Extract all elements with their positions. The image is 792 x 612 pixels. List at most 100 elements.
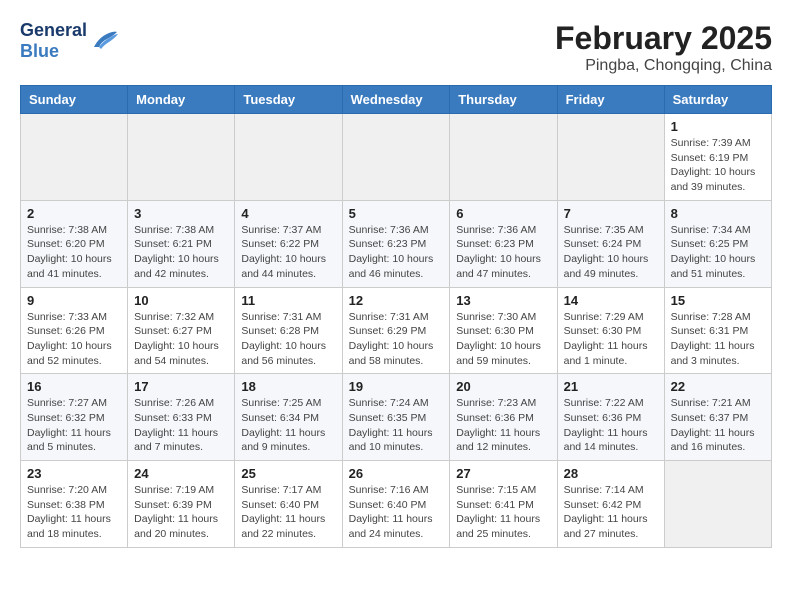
logo-general: General [20,20,87,40]
day-number: 3 [134,206,228,221]
logo-bird-icon [89,29,119,53]
day-number: 10 [134,293,228,308]
day-number: 18 [241,379,335,394]
weekday-header-wednesday: Wednesday [342,86,450,114]
day-number: 20 [456,379,550,394]
day-info: Sunrise: 7:37 AM Sunset: 6:22 PM Dayligh… [241,223,335,282]
day-number: 19 [349,379,444,394]
day-number: 12 [349,293,444,308]
day-info: Sunrise: 7:31 AM Sunset: 6:29 PM Dayligh… [349,310,444,369]
day-info: Sunrise: 7:30 AM Sunset: 6:30 PM Dayligh… [456,310,550,369]
day-info: Sunrise: 7:38 AM Sunset: 6:21 PM Dayligh… [134,223,228,282]
calendar-cell [128,114,235,201]
calendar-cell: 10 Sunrise: 7:32 AM Sunset: 6:27 PM Dayli… [128,287,235,374]
calendar-cell: 23 Sunrise: 7:20 AM Sunset: 6:38 PM Dayli… [21,461,128,548]
day-number: 24 [134,466,228,481]
day-number: 9 [27,293,121,308]
day-info: Sunrise: 7:19 AM Sunset: 6:39 PM Dayligh… [134,483,228,542]
day-info: Sunrise: 7:39 AM Sunset: 6:19 PM Dayligh… [671,136,765,195]
calendar-cell: 25 Sunrise: 7:17 AM Sunset: 6:40 PM Dayli… [235,461,342,548]
calendar-cell: 5 Sunrise: 7:36 AM Sunset: 6:23 PM Daylig… [342,200,450,287]
calendar-cell: 21 Sunrise: 7:22 AM Sunset: 6:36 PM Dayli… [557,374,664,461]
day-number: 4 [241,206,335,221]
day-number: 16 [27,379,121,394]
day-info: Sunrise: 7:31 AM Sunset: 6:28 PM Dayligh… [241,310,335,369]
calendar-cell: 6 Sunrise: 7:36 AM Sunset: 6:23 PM Daylig… [450,200,557,287]
day-number: 25 [241,466,335,481]
day-info: Sunrise: 7:20 AM Sunset: 6:38 PM Dayligh… [27,483,121,542]
calendar-cell: 1 Sunrise: 7:39 AM Sunset: 6:19 PM Daylig… [664,114,771,201]
title-block: February 2025 Pingba, Chongqing, China [555,20,772,75]
calendar-cell [21,114,128,201]
calendar-cell: 9 Sunrise: 7:33 AM Sunset: 6:26 PM Daylig… [21,287,128,374]
calendar-cell: 24 Sunrise: 7:19 AM Sunset: 6:39 PM Dayli… [128,461,235,548]
day-info: Sunrise: 7:26 AM Sunset: 6:33 PM Dayligh… [134,396,228,455]
day-number: 26 [349,466,444,481]
weekday-header-monday: Monday [128,86,235,114]
calendar-cell [664,461,771,548]
day-number: 6 [456,206,550,221]
day-info: Sunrise: 7:38 AM Sunset: 6:20 PM Dayligh… [27,223,121,282]
calendar-cell [557,114,664,201]
calendar-cell [235,114,342,201]
calendar-cell: 27 Sunrise: 7:15 AM Sunset: 6:41 PM Dayli… [450,461,557,548]
day-number: 1 [671,119,765,134]
calendar-cell: 14 Sunrise: 7:29 AM Sunset: 6:30 PM Dayli… [557,287,664,374]
calendar-week-row: 16 Sunrise: 7:27 AM Sunset: 6:32 PM Dayli… [21,374,772,461]
day-number: 27 [456,466,550,481]
day-info: Sunrise: 7:15 AM Sunset: 6:41 PM Dayligh… [456,483,550,542]
day-info: Sunrise: 7:32 AM Sunset: 6:27 PM Dayligh… [134,310,228,369]
calendar-cell: 18 Sunrise: 7:25 AM Sunset: 6:34 PM Dayli… [235,374,342,461]
day-info: Sunrise: 7:22 AM Sunset: 6:36 PM Dayligh… [564,396,658,455]
calendar-cell: 7 Sunrise: 7:35 AM Sunset: 6:24 PM Daylig… [557,200,664,287]
day-info: Sunrise: 7:25 AM Sunset: 6:34 PM Dayligh… [241,396,335,455]
calendar-week-row: 23 Sunrise: 7:20 AM Sunset: 6:38 PM Dayli… [21,461,772,548]
day-info: Sunrise: 7:27 AM Sunset: 6:32 PM Dayligh… [27,396,121,455]
day-info: Sunrise: 7:33 AM Sunset: 6:26 PM Dayligh… [27,310,121,369]
weekday-header-tuesday: Tuesday [235,86,342,114]
calendar-cell: 16 Sunrise: 7:27 AM Sunset: 6:32 PM Dayli… [21,374,128,461]
calendar-cell: 26Sunrise: 7:16 AM Sunset: 6:40 PM Dayli… [342,461,450,548]
day-number: 23 [27,466,121,481]
day-number: 21 [564,379,658,394]
day-number: 2 [27,206,121,221]
day-number: 5 [349,206,444,221]
day-number: 14 [564,293,658,308]
day-number: 8 [671,206,765,221]
calendar-cell: 11 Sunrise: 7:31 AM Sunset: 6:28 PM Dayli… [235,287,342,374]
day-info: Sunrise: 7:35 AM Sunset: 6:24 PM Dayligh… [564,223,658,282]
day-number: 22 [671,379,765,394]
weekday-header-saturday: Saturday [664,86,771,114]
brand-logo: General Blue [20,20,119,62]
calendar-week-row: 1 Sunrise: 7:39 AM Sunset: 6:19 PM Daylig… [21,114,772,201]
day-info: Sunrise: 7:29 AM Sunset: 6:30 PM Dayligh… [564,310,658,369]
calendar-cell: 20 Sunrise: 7:23 AM Sunset: 6:36 PM Dayli… [450,374,557,461]
day-number: 15 [671,293,765,308]
calendar-cell: 3 Sunrise: 7:38 AM Sunset: 6:21 PM Daylig… [128,200,235,287]
calendar-cell: 8 Sunrise: 7:34 AM Sunset: 6:25 PM Daylig… [664,200,771,287]
calendar-cell: 22 Sunrise: 7:21 AM Sunset: 6:37 PM Dayli… [664,374,771,461]
day-info: Sunrise: 7:23 AM Sunset: 6:36 PM Dayligh… [456,396,550,455]
day-info: Sunrise: 7:36 AM Sunset: 6:23 PM Dayligh… [456,223,550,282]
day-info: Sunrise: 7:36 AM Sunset: 6:23 PM Dayligh… [349,223,444,282]
day-number: 7 [564,206,658,221]
calendar-week-row: 9 Sunrise: 7:33 AM Sunset: 6:26 PM Daylig… [21,287,772,374]
day-info: Sunrise: 7:17 AM Sunset: 6:40 PM Dayligh… [241,483,335,542]
day-number: 17 [134,379,228,394]
weekday-header-sunday: Sunday [21,86,128,114]
weekday-header-friday: Friday [557,86,664,114]
day-number: 11 [241,293,335,308]
calendar-week-row: 2 Sunrise: 7:38 AM Sunset: 6:20 PM Daylig… [21,200,772,287]
day-info: Sunrise: 7:34 AM Sunset: 6:25 PM Dayligh… [671,223,765,282]
calendar-cell: 13Sunrise: 7:30 AM Sunset: 6:30 PM Dayli… [450,287,557,374]
weekday-header-thursday: Thursday [450,86,557,114]
calendar-cell [450,114,557,201]
weekday-header-row: SundayMondayTuesdayWednesdayThursdayFrid… [21,86,772,114]
calendar-cell: 12 Sunrise: 7:31 AM Sunset: 6:29 PM Dayli… [342,287,450,374]
day-number: 28 [564,466,658,481]
logo-blue: Blue [20,41,59,61]
calendar-cell [342,114,450,201]
calendar-cell: 28Sunrise: 7:14 AM Sunset: 6:42 PM Dayli… [557,461,664,548]
page-title: February 2025 [555,20,772,57]
day-info: Sunrise: 7:21 AM Sunset: 6:37 PM Dayligh… [671,396,765,455]
